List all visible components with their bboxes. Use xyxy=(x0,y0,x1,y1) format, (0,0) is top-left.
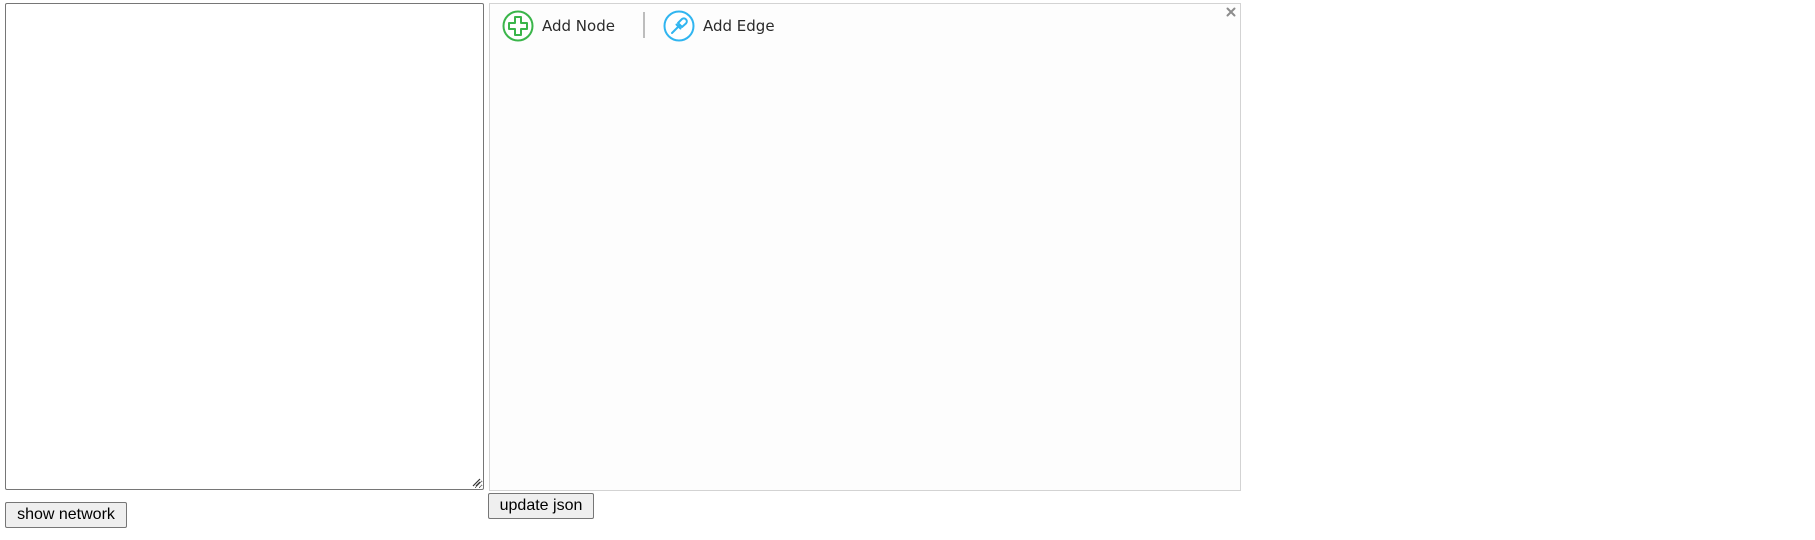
add-node-button[interactable]: Add Node xyxy=(502,10,615,42)
network-manipulation-toolbar: Add Node Add Edge xyxy=(490,4,1240,48)
network-canvas[interactable]: Add Node Add Edge xyxy=(489,3,1241,491)
add-edge-button[interactable]: Add Edge xyxy=(663,10,775,42)
toolbar-separator xyxy=(643,12,645,38)
connect-edge-icon xyxy=(663,10,695,42)
json-input-textarea[interactable] xyxy=(5,3,484,490)
show-network-button[interactable]: show network xyxy=(5,502,127,528)
plus-circle-icon xyxy=(502,10,534,42)
add-edge-label: Add Edge xyxy=(703,17,775,35)
update-json-button[interactable]: update json xyxy=(488,493,594,519)
close-icon[interactable] xyxy=(1224,5,1238,19)
add-node-label: Add Node xyxy=(542,17,615,35)
